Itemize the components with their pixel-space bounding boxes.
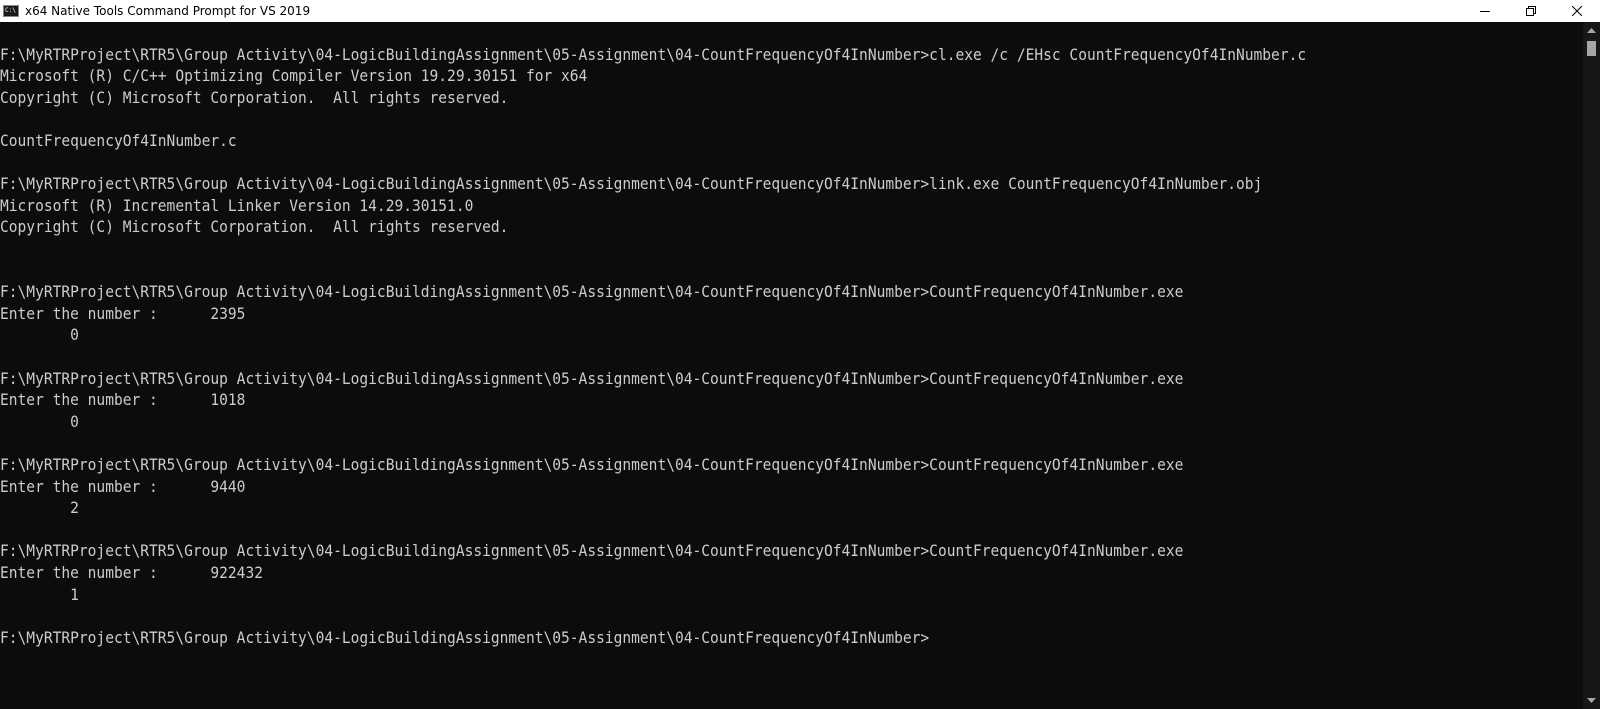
console-line: Microsoft (R) Incremental Linker Version…	[0, 195, 474, 215]
console-line: F:\MyRTRProject\RTR5\Group Activity\04-L…	[0, 455, 1184, 474]
window-controls	[1462, 0, 1600, 22]
console-line: 1	[0, 584, 79, 604]
console-line: F:\MyRTRProject\RTR5\Group Activity\04-L…	[0, 368, 1184, 388]
console-line: Microsoft (R) C/C++ Optimizing Compiler …	[0, 66, 588, 86]
console-line: Enter the number : 2395	[0, 303, 246, 323]
console-line: F:\MyRTRProject\RTR5\Group Activity\04-L…	[0, 282, 1184, 302]
console-line: 0	[0, 325, 79, 345]
console-line: F:\MyRTRProject\RTR5\Group Activity\04-L…	[0, 174, 1263, 194]
restore-button[interactable]	[1508, 0, 1554, 22]
close-button[interactable]	[1554, 0, 1600, 22]
console-line: F:\MyRTRProject\RTR5\Group Activity\04-L…	[0, 627, 930, 647]
console-line: 2	[0, 498, 79, 518]
console-line: Enter the number : 922432	[0, 563, 263, 582]
title-bar[interactable]: C:\ x64 Native Tools Command Prompt for …	[0, 0, 1600, 22]
minimize-button[interactable]	[1462, 0, 1508, 22]
vertical-scrollbar[interactable]	[1583, 22, 1600, 709]
close-icon	[1572, 6, 1582, 16]
scroll-up-arrow-icon	[1587, 27, 1596, 33]
console-line: Enter the number : 1018	[0, 390, 246, 410]
restore-icon	[1526, 6, 1536, 16]
console-app-icon[interactable]: C:\	[3, 5, 19, 17]
console-line: F:\MyRTRProject\RTR5\Group Activity\04-L…	[0, 44, 1307, 64]
console-line: Copyright (C) Microsoft Corporation. All…	[0, 87, 509, 107]
command-prompt-window: C:\ x64 Native Tools Command Prompt for …	[0, 0, 1600, 709]
console-line: CountFrequencyOf4InNumber.c	[0, 131, 237, 150]
scroll-up-button[interactable]	[1583, 22, 1600, 39]
scroll-down-arrow-icon	[1587, 697, 1596, 703]
window-title: x64 Native Tools Command Prompt for VS 2…	[25, 4, 311, 18]
scroll-thumb[interactable]	[1587, 41, 1596, 56]
console-output[interactable]: F:\MyRTRProject\RTR5\Group Activity\04-L…	[0, 22, 1583, 709]
scroll-down-button[interactable]	[1583, 692, 1600, 709]
console-line: Enter the number : 9440	[0, 476, 246, 496]
console-line: F:\MyRTRProject\RTR5\Group Activity\04-L…	[0, 541, 1184, 561]
minimize-icon	[1480, 11, 1490, 12]
console-line: 0	[0, 411, 79, 431]
console-line: Copyright (C) Microsoft Corporation. All…	[0, 217, 509, 237]
